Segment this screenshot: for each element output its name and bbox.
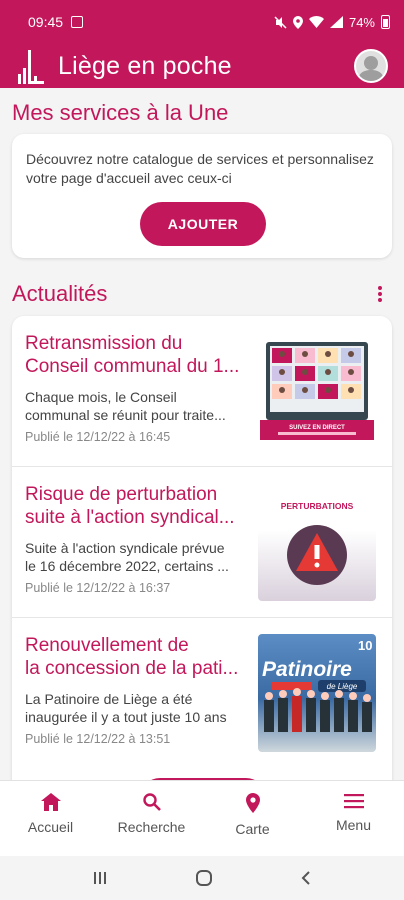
map-pin-icon [245, 793, 260, 813]
ice-rink-photo: 10 Patinoire de Liège [262, 638, 372, 732]
system-navigation-bar [0, 856, 404, 900]
news-heading: Renouvellement de [25, 635, 189, 656]
notification-icon [71, 16, 84, 28]
warning-image: PERTURBATIONS [281, 501, 354, 585]
news-heading: Conseil communal du 1... [25, 356, 240, 377]
status-time: 09:45 [28, 14, 64, 30]
avatar[interactable] [354, 49, 388, 83]
bottom-navigation: Accueil Recherche Carte Menu [0, 780, 404, 856]
nav-home[interactable]: Accueil [0, 781, 101, 856]
back-icon[interactable] [300, 870, 312, 886]
services-description: Découvrez notre catalogue de services et… [26, 151, 374, 186]
news-summary: communal se réunit pour traite... [25, 407, 226, 423]
main-content[interactable]: Mes services à la Une Découvrez notre ca… [0, 88, 404, 780]
news-thumbnail-council: SUIVEZ EN DIRECT [258, 332, 376, 450]
news-heading: la concession de la pati... [25, 658, 239, 679]
news-date: Publié le 12/12/22 à 16:45 [25, 430, 171, 444]
news-heading: Risque de perturbation [25, 484, 218, 505]
news-summary: inaugurée il y a tout juste 10 ans [25, 709, 227, 725]
news-heading: Retransmission du [25, 333, 183, 354]
nav-map-label: Carte [235, 821, 270, 837]
news-date: Publié le 12/12/22 à 13:51 [25, 732, 171, 746]
nav-menu-label: Menu [335, 817, 372, 833]
home-button-icon[interactable] [195, 869, 213, 887]
thumb-caption: Patinoire [262, 658, 352, 681]
nav-menu[interactable]: Menu [303, 781, 404, 856]
news-list: Retransmission du Conseil communal du 1.… [12, 316, 392, 780]
video-conference-image: SUIVEZ EN DIRECT [260, 342, 374, 440]
user-icon [358, 56, 384, 81]
news-title: Actualités [12, 281, 108, 306]
nav-map[interactable]: Carte [202, 781, 303, 856]
thumb-caption: SUIVEZ EN DIRECT [289, 425, 345, 431]
mute-icon [274, 15, 287, 29]
battery-percent: 74% [348, 14, 375, 30]
signal-icon [329, 16, 343, 28]
add-services-button[interactable]: AJOUTER [140, 202, 266, 246]
news-summary: La Patinoire de Liège a été [25, 691, 193, 707]
thumb-subcaption: de Liège [327, 682, 358, 691]
news-date: Publié le 12/12/22 à 16:37 [25, 581, 171, 595]
app-title: Liège en poche [58, 51, 232, 80]
services-card: Découvrez notre catalogue de services et… [12, 134, 392, 258]
hamburger-menu-icon [343, 794, 364, 809]
home-icon [40, 793, 61, 811]
news-heading: suite à l'action syndical... [25, 507, 235, 528]
recent-apps-icon[interactable] [92, 870, 108, 886]
wifi-icon [308, 16, 324, 28]
liege-logo-icon [18, 50, 44, 84]
news-summary: le 16 décembre 2022, certains ... [25, 558, 229, 574]
location-icon [292, 15, 303, 29]
news-thumbnail-ice-rink: 10 Patinoire de Liège [258, 634, 376, 752]
nav-home-label: Accueil [27, 819, 74, 835]
thumb-caption: PERTURBATIONS [281, 501, 354, 511]
nav-search[interactable]: Recherche [101, 781, 202, 856]
search-icon [142, 793, 161, 811]
news-item-ice-rink[interactable]: Renouvellement de la concession de la pa… [12, 618, 392, 769]
news-summary: Suite à l'action syndicale prévue [25, 540, 225, 556]
news-item-strike[interactable]: Risque de perturbation suite à l'action … [12, 467, 392, 618]
app-bar: Liège en poche [0, 44, 404, 88]
status-bar: 09:45 74% [0, 0, 404, 44]
thumb-badge: 10 [358, 638, 372, 653]
nav-search-label: Recherche [117, 819, 186, 835]
news-item-council[interactable]: Retransmission du Conseil communal du 1.… [12, 316, 392, 467]
news-thumbnail-strike: PERTURBATIONS [258, 483, 376, 601]
more-options-icon[interactable] [372, 284, 388, 304]
battery-icon [381, 15, 390, 29]
services-title: Mes services à la Une [12, 100, 229, 125]
news-summary: Chaque mois, le Conseil [25, 389, 177, 405]
